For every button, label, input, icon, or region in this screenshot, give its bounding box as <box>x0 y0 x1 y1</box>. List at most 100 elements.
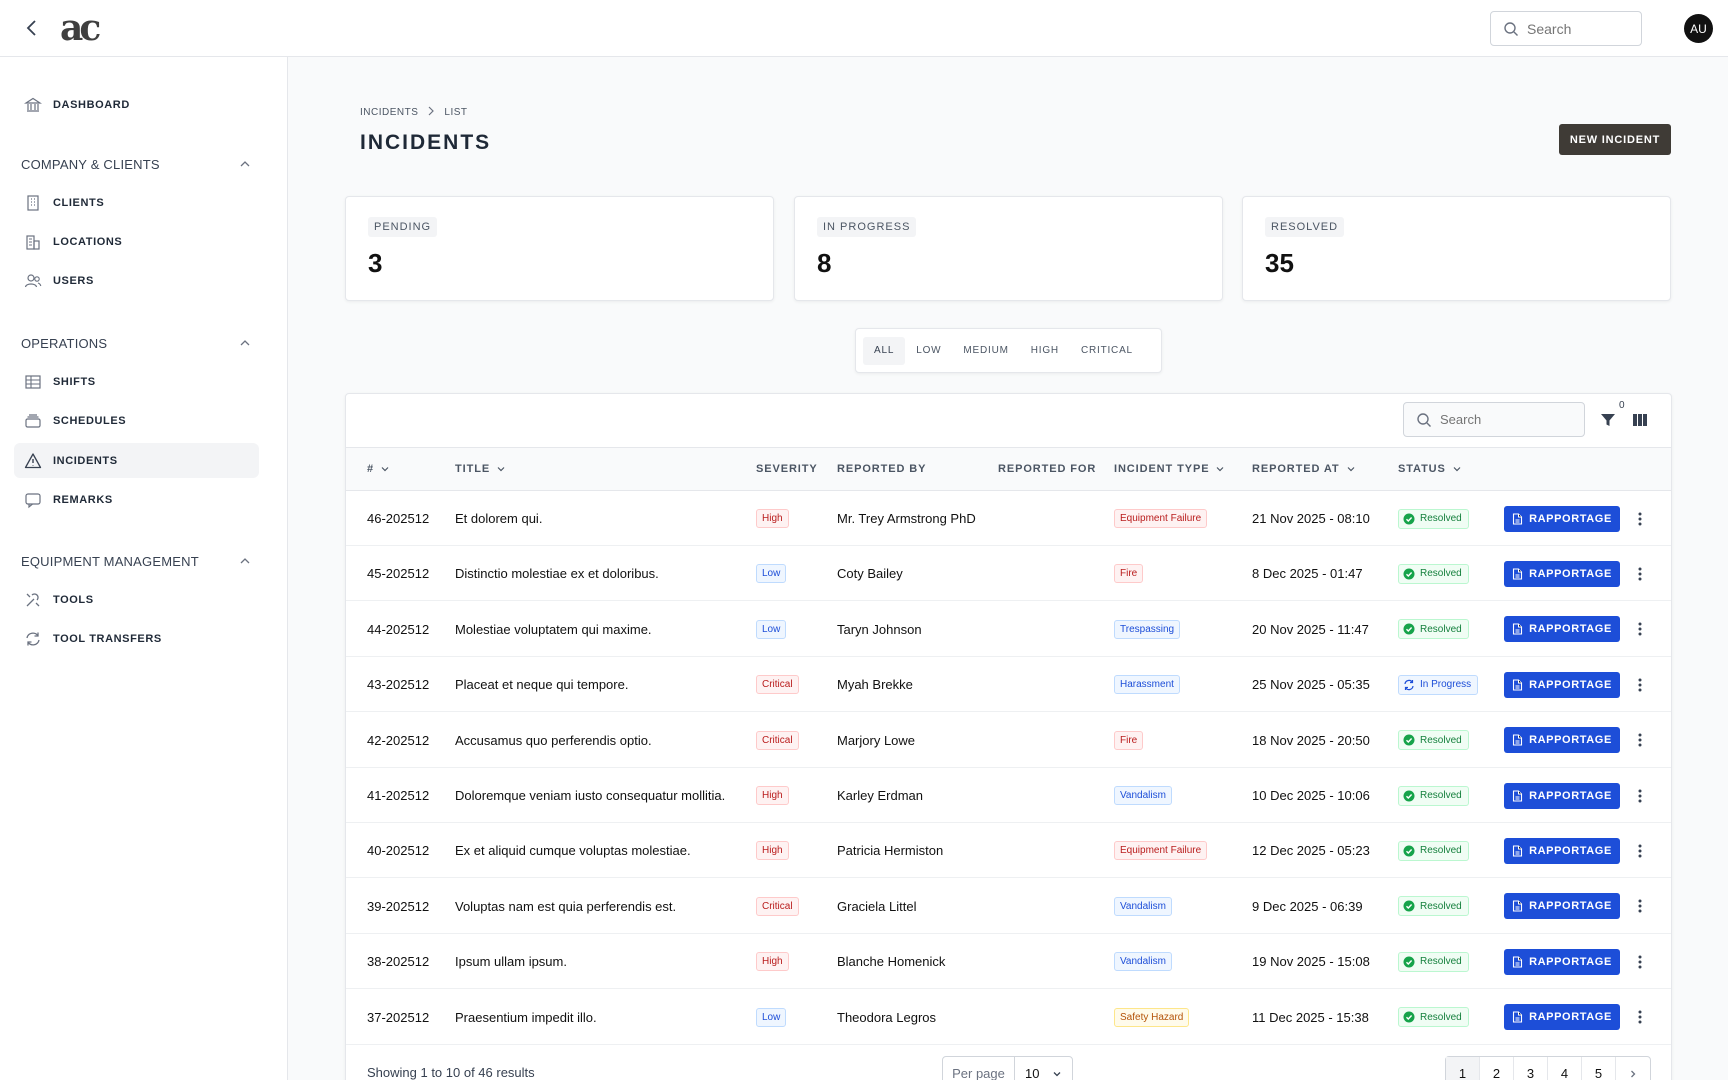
incident-type-badge: Safety Hazard <box>1114 1007 1190 1027</box>
breadcrumb-item-incidents[interactable]: INCIDENTS <box>360 107 418 118</box>
rapportage-button[interactable]: RAPPORTAGE <box>1504 1004 1620 1031</box>
page-button[interactable]: 5 <box>1582 1057 1616 1080</box>
page-button[interactable]: 2 <box>1480 1057 1514 1080</box>
sidebar-item-label: USERS <box>53 274 94 287</box>
rapportage-button[interactable]: RAPPORTAGE <box>1504 616 1620 643</box>
more-options-icon[interactable] <box>1630 783 1650 809</box>
incident-type-badge: Vandalism <box>1114 786 1172 805</box>
pagination: 1 2 3 4 5 <box>1445 1056 1651 1080</box>
incident-id: 38-202512 <box>367 954 430 970</box>
user-avatar[interactable]: AU <box>1684 14 1713 43</box>
new-incident-button[interactable]: NEW INCIDENT <box>1559 124 1671 155</box>
more-options-icon[interactable] <box>1630 949 1650 975</box>
next-page-button[interactable] <box>1616 1057 1650 1080</box>
incident-type-badge: Equipment Failure <box>1114 509 1208 528</box>
sidebar-item-remarks[interactable]: REMARKS <box>14 482 259 517</box>
rapportage-button[interactable]: RAPPORTAGE <box>1504 727 1620 754</box>
incident-id: 44-202512 <box>367 621 430 637</box>
sidebar-group-operations[interactable]: OPERATIONS <box>21 332 251 354</box>
funnel-icon[interactable] <box>1598 410 1618 430</box>
incident-title[interactable]: Ex et aliquid cumque voluptas molestiae. <box>455 823 691 878</box>
more-options-icon[interactable] <box>1630 727 1650 753</box>
more-options-icon[interactable] <box>1630 506 1650 532</box>
sidebar-item-tool-transfers[interactable]: TOOL TRANSFERS <box>14 621 259 656</box>
rapportage-button[interactable]: RAPPORTAGE <box>1504 837 1620 864</box>
filter-critical[interactable]: CRITICAL <box>1070 337 1144 365</box>
incident-title[interactable]: Accusamus quo perferendis optio. <box>455 713 652 768</box>
rapportage-button[interactable]: RAPPORTAGE <box>1504 671 1620 698</box>
sidebar-item-users[interactable]: USERS <box>14 263 259 298</box>
sidebar-item-schedules[interactable]: SCHEDULES <box>14 403 259 438</box>
sidebar-item-label: SHIFTS <box>53 375 96 388</box>
rapportage-button[interactable]: RAPPORTAGE <box>1504 948 1620 975</box>
page-button[interactable]: 4 <box>1548 1057 1582 1080</box>
sidebar-item-shifts[interactable]: SHIFTS <box>14 364 259 399</box>
column-header-incident-type[interactable]: INCIDENT TYPE <box>1114 463 1225 475</box>
incident-type-badge: Fire <box>1114 564 1144 584</box>
table-row[interactable]: 42-202512 Accusamus quo perferendis optio… <box>346 712 1671 768</box>
page-button[interactable]: 3 <box>1514 1057 1548 1080</box>
table-row[interactable]: 45-202512 Distinctio molestiae ex et dolo… <box>346 546 1671 602</box>
table-search[interactable] <box>1403 402 1585 437</box>
table-row[interactable]: 44-202512 Molestiae voluptatem qui maxime… <box>346 601 1671 657</box>
sidebar-item-locations[interactable]: LOCATIONS <box>14 224 259 259</box>
filter-high[interactable]: HIGH <box>1020 337 1070 365</box>
incident-title[interactable]: Distinctio molestiae ex et doloribus. <box>455 546 659 601</box>
column-header-id[interactable]: # <box>367 463 390 475</box>
sidebar-group-equipment[interactable]: EQUIPMENT MANAGEMENT <box>21 550 251 572</box>
chevron-down-icon <box>497 467 505 472</box>
incident-title[interactable]: Placeat et neque qui tempore. <box>455 657 628 712</box>
check-circle-icon <box>1403 623 1415 635</box>
column-header-title[interactable]: TITLE <box>455 463 506 475</box>
app-logo[interactable]: ac <box>60 10 101 46</box>
back-arrow-icon[interactable] <box>20 16 44 40</box>
incident-type-badge: Harassment <box>1114 675 1180 695</box>
incident-id: 40-202512 <box>367 843 430 859</box>
sidebar-item-incidents[interactable]: INCIDENTS <box>14 443 259 478</box>
sidebar-item-dashboard[interactable]: DASHBOARD <box>14 87 259 122</box>
filter-low[interactable]: LOW <box>905 337 952 365</box>
table-row[interactable]: 40-202512 Ex et aliquid cumque voluptas m… <box>346 823 1671 879</box>
check-circle-icon <box>1403 956 1415 968</box>
table-search-input[interactable] <box>1440 403 1580 436</box>
global-search[interactable] <box>1490 11 1642 46</box>
per-page-value[interactable]: 10 <box>1015 1057 1072 1080</box>
incident-title[interactable]: Et dolorem qui. <box>455 491 542 546</box>
column-header-reported-at[interactable]: REPORTED AT <box>1252 463 1356 475</box>
more-options-icon[interactable] <box>1630 561 1650 587</box>
document-icon <box>1512 956 1529 968</box>
rapportage-button[interactable]: RAPPORTAGE <box>1504 505 1620 532</box>
table-row[interactable]: 38-202512 Ipsum ullam ipsum. High Blanche H… <box>346 934 1671 990</box>
table-row[interactable]: 39-202512 Voluptas nam est quia perferend… <box>346 878 1671 934</box>
incident-title[interactable]: Molestiae voluptatem qui maxime. <box>455 602 652 657</box>
more-options-icon[interactable] <box>1630 672 1650 698</box>
reported-by: Graciela Littel <box>837 898 917 914</box>
chevron-down-icon <box>1347 467 1354 472</box>
incident-title[interactable]: Ipsum ullam ipsum. <box>455 934 567 989</box>
column-header-status[interactable]: STATUS <box>1398 463 1462 475</box>
filter-medium[interactable]: MEDIUM <box>952 337 1019 365</box>
table-row[interactable]: 41-202512 Doloremque veniam iusto consequ… <box>346 768 1671 823</box>
table-row[interactable]: 43-202512 Placeat et neque qui tempore. Cr… <box>346 657 1671 713</box>
global-search-input[interactable] <box>1527 12 1637 45</box>
more-options-icon[interactable] <box>1630 616 1650 642</box>
sidebar-item-tools[interactable]: TOOLS <box>14 582 259 617</box>
rapportage-button[interactable]: RAPPORTAGE <box>1504 893 1620 920</box>
table-row[interactable]: 46-202512 Et dolorem qui. High Mr. Trey Arm… <box>346 491 1671 546</box>
page-button[interactable]: 1 <box>1446 1057 1480 1080</box>
per-page-select[interactable]: Per page 10 <box>942 1056 1073 1080</box>
filter-all[interactable]: ALL <box>863 336 906 365</box>
table-row[interactable]: 37-202512 Praesentium impedit illo. Low The… <box>346 989 1671 1045</box>
sidebar-item-clients[interactable]: CLIENTS <box>14 185 259 220</box>
sidebar-group-company[interactable]: COMPANY & CLIENTS <box>21 153 251 175</box>
columns-icon[interactable] <box>1630 410 1650 430</box>
more-options-icon[interactable] <box>1630 893 1650 919</box>
rapportage-button[interactable]: RAPPORTAGE <box>1504 560 1620 587</box>
refresh-icon <box>22 628 44 650</box>
rapportage-button[interactable]: RAPPORTAGE <box>1504 782 1620 809</box>
more-options-icon[interactable] <box>1630 1004 1650 1030</box>
incident-title[interactable]: Praesentium impedit illo. <box>455 990 597 1045</box>
more-options-icon[interactable] <box>1630 838 1650 864</box>
incident-title[interactable]: Doloremque veniam iusto consequatur moll… <box>455 768 725 823</box>
incident-title[interactable]: Voluptas nam est quia perferendis est. <box>455 879 676 934</box>
